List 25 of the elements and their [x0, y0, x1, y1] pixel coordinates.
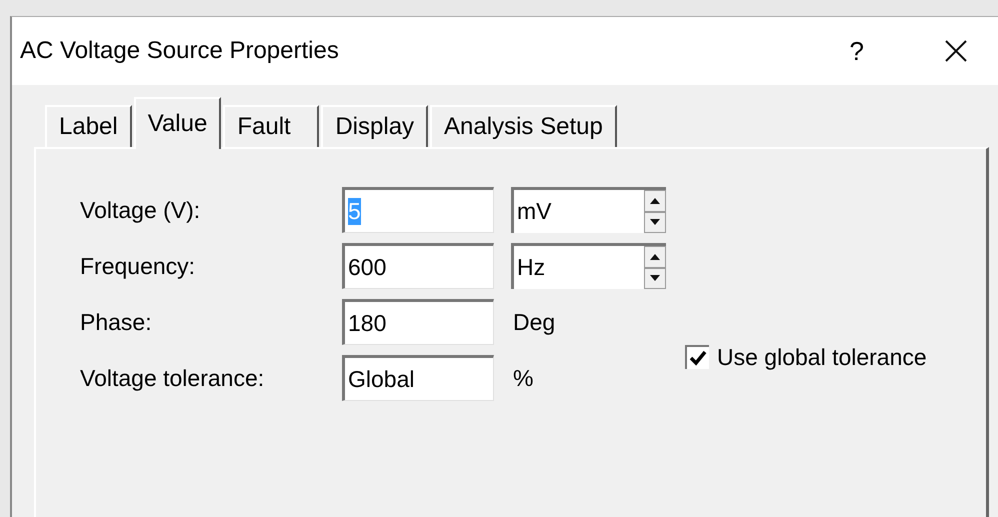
input-field[interactable]: Global — [342, 355, 494, 401]
checkbox[interactable] — [685, 345, 709, 369]
field-label: Phase: — [80, 308, 153, 336]
checkbox-label[interactable]: Use global tolerance — [717, 345, 927, 369]
spin-up-icon[interactable] — [644, 190, 666, 212]
tab[interactable]: Value — [134, 97, 222, 149]
help-button[interactable]: ? — [844, 36, 870, 66]
input-field[interactable]: 600 — [342, 243, 494, 289]
window-title: AC Voltage Source Properties — [20, 37, 340, 65]
field-label: Voltage tolerance: — [80, 364, 266, 392]
spin-down-icon[interactable] — [644, 268, 666, 289]
unit-label: Deg — [512, 308, 556, 336]
unit-spinner[interactable]: Hz — [511, 243, 666, 289]
field-label: Voltage (V): — [80, 196, 202, 224]
close-icon — [944, 39, 968, 63]
input-field[interactable]: 180 — [342, 299, 494, 345]
tab[interactable]: Label — [45, 105, 132, 147]
field-label: Frequency: — [80, 252, 196, 280]
tab[interactable]: Fault — [223, 105, 320, 147]
spin-down-icon[interactable] — [644, 212, 666, 233]
unit-label: % — [512, 364, 534, 392]
unit-spinner[interactable]: mV — [511, 187, 666, 233]
spin-up-icon[interactable] — [644, 246, 666, 268]
tab[interactable]: Analysis Setup — [430, 105, 617, 147]
tab[interactable]: Display — [321, 105, 428, 147]
